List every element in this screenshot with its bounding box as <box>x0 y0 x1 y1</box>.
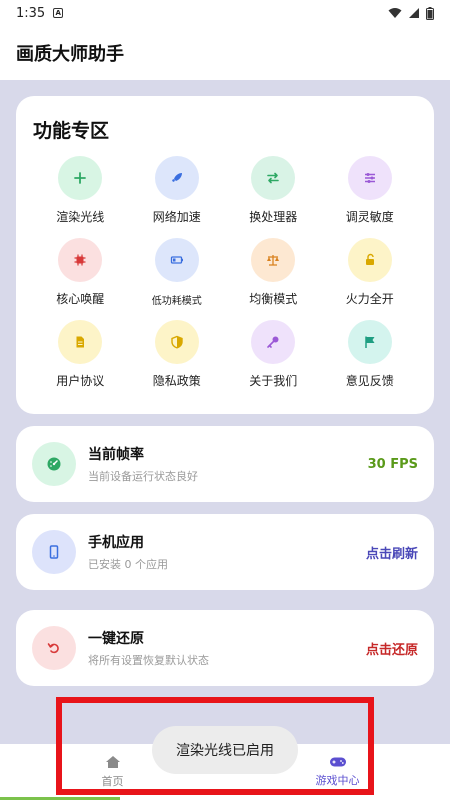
apps-title: 手机应用 <box>88 535 144 551</box>
home-icon <box>105 756 120 768</box>
feature-label: 意见反馈 <box>345 374 394 388</box>
feature-icon-bg <box>347 238 392 282</box>
fps-value: 30 FPS <box>367 456 418 472</box>
feature-label: 火力全开 <box>345 292 394 306</box>
status-indicators <box>388 6 434 20</box>
fps-text: 当前帧率 当前设备运行状态良好 <box>88 444 198 484</box>
feature-about-us[interactable]: 关于我们 <box>225 320 322 402</box>
sliders-icon <box>364 173 375 183</box>
feature-switch-processor[interactable]: 换处理器 <box>225 156 322 238</box>
app-bar: 画质大师助手 <box>0 26 450 80</box>
feature-label: 渲染光线 <box>56 210 105 224</box>
feature-user-agreement[interactable]: 用户协议 <box>32 320 129 402</box>
phone-icon <box>49 545 59 559</box>
feature-core-wake[interactable]: 核心唤醒 <box>32 238 129 320</box>
feature-label: 核心唤醒 <box>56 292 105 306</box>
restore-icon-bg <box>32 626 76 670</box>
refresh-button[interactable]: 点击刷新 <box>366 543 418 562</box>
apps-subtitle: 已安装 0 个应用 <box>88 558 168 571</box>
feature-label: 关于我们 <box>249 374 298 388</box>
apps-icon-bg <box>32 530 76 574</box>
scale-icon <box>267 255 280 266</box>
restore-card[interactable]: 一键还原 将所有设置恢复默认状态 点击还原 <box>16 610 434 686</box>
restore-text: 一键还原 将所有设置恢复默认状态 <box>88 628 209 668</box>
feature-low-power[interactable]: 低功耗模式 <box>129 238 226 320</box>
feature-label: 均衡模式 <box>249 292 298 306</box>
feature-icon-bg <box>251 156 296 200</box>
feature-balanced[interactable]: 均衡模式 <box>225 238 322 320</box>
battery-icon <box>170 256 183 264</box>
feature-network-boost[interactable]: 网络加速 <box>129 156 226 238</box>
key-icon <box>267 336 279 348</box>
undo-icon <box>47 643 59 654</box>
app-title: 画质大师助手 <box>16 44 124 65</box>
apps-text: 手机应用 已安装 0 个应用 <box>88 532 168 572</box>
feature-icon-bg <box>58 156 103 200</box>
gauge-icon <box>47 457 61 471</box>
feature-icon-bg <box>154 320 199 364</box>
toast-message: 渲染光线已启用 <box>152 726 298 774</box>
battery-status-icon <box>426 6 434 20</box>
feature-render-light[interactable]: 渲染光线 <box>32 156 129 238</box>
notification-icon: A <box>53 8 64 18</box>
fps-title: 当前帧率 <box>88 447 144 463</box>
wifi-icon <box>388 8 402 18</box>
restore-button[interactable]: 点击还原 <box>366 639 418 658</box>
document-icon <box>76 336 85 348</box>
unlock-icon <box>365 253 374 265</box>
feature-label: 调灵敏度 <box>345 210 394 224</box>
gamepad-icon <box>329 757 346 767</box>
flag-icon <box>365 336 375 348</box>
feature-icon-bg <box>58 238 103 282</box>
feature-sensitivity[interactable]: 调灵敏度 <box>322 156 419 238</box>
nav-games-label: 游戏中心 <box>315 774 360 787</box>
feature-icon-bg <box>347 320 392 364</box>
feature-privacy-policy[interactable]: 隐私政策 <box>129 320 226 402</box>
chip-icon <box>74 254 86 266</box>
feature-feedback[interactable]: 意见反馈 <box>322 320 419 402</box>
feature-icon-bg <box>154 156 199 200</box>
fps-icon-bg <box>32 442 76 486</box>
feature-full-power[interactable]: 火力全开 <box>322 238 419 320</box>
status-time: 1:35 <box>16 5 46 21</box>
feature-label: 网络加速 <box>152 210 201 224</box>
feature-icon-bg <box>154 238 199 282</box>
features-title: 功能专区 <box>33 120 110 142</box>
feature-label: 低功耗模式 <box>151 296 202 307</box>
apps-card[interactable]: 手机应用 已安装 0 个应用 点击刷新 <box>16 514 434 590</box>
signal-icon <box>409 8 419 18</box>
feature-icon-bg <box>251 320 296 364</box>
fps-subtitle: 当前设备运行状态良好 <box>88 470 198 483</box>
features-card: 功能专区 渲染光线 网络加速 换处理器 调灵敏度 核心唤醒 低功耗模式 均衡模式… <box>16 96 434 414</box>
restore-subtitle: 将所有设置恢复默认状态 <box>88 654 209 667</box>
plus-icon <box>74 172 87 184</box>
status-bar: 1:35 A <box>0 0 450 26</box>
features-grid: 渲染光线 网络加速 换处理器 调灵敏度 核心唤醒 低功耗模式 均衡模式 火力全开… <box>32 156 418 402</box>
feature-icon-bg <box>347 156 392 200</box>
restore-title: 一键还原 <box>88 631 144 647</box>
rocket-icon <box>171 173 182 182</box>
fps-card[interactable]: 当前帧率 当前设备运行状态良好 30 FPS <box>16 426 434 502</box>
swap-icon <box>267 172 280 184</box>
shield-icon <box>171 335 183 349</box>
feature-icon-bg <box>251 238 296 282</box>
feature-label: 隐私政策 <box>152 374 201 388</box>
feature-icon-bg <box>58 320 103 364</box>
feature-label: 用户协议 <box>56 374 105 388</box>
nav-home-label: 首页 <box>101 775 124 788</box>
feature-label: 换处理器 <box>249 210 298 224</box>
